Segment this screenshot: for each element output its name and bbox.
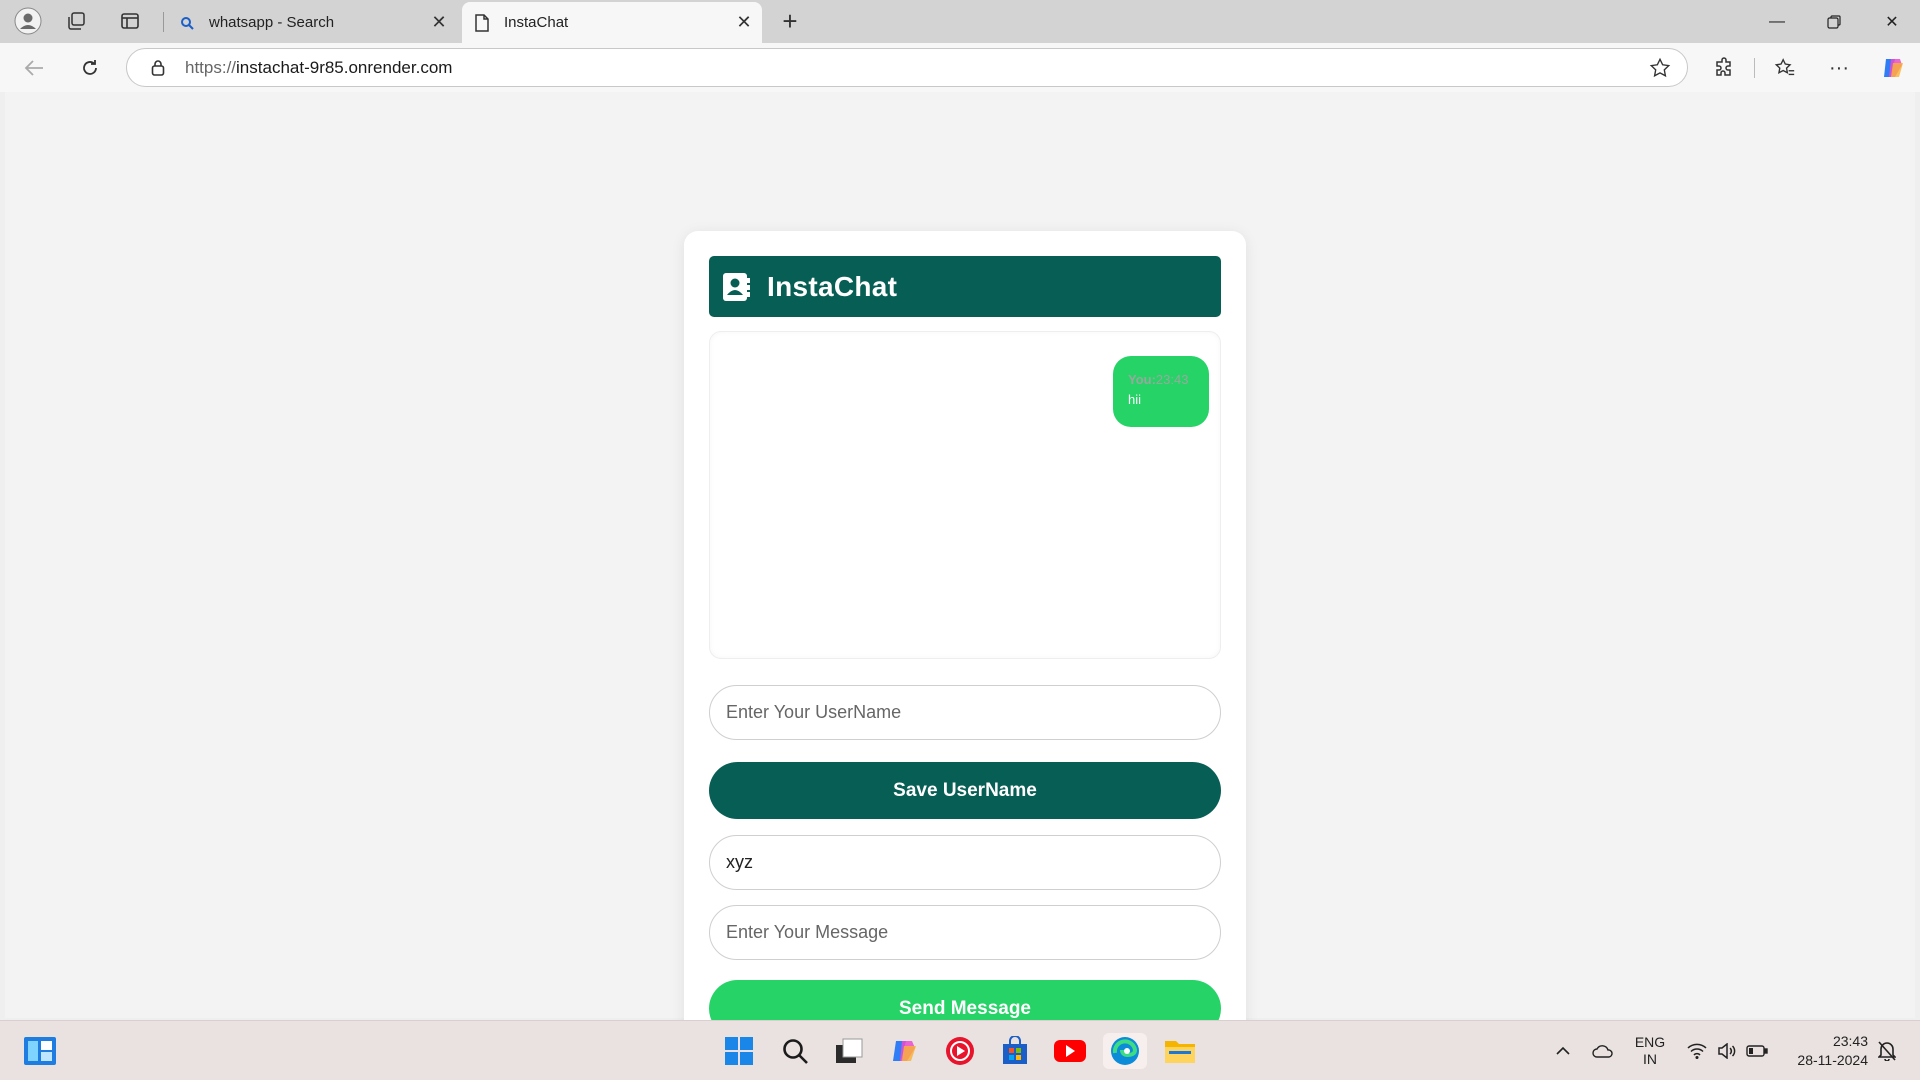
restore-button[interactable]: [1806, 0, 1862, 43]
language-code: ENG: [1634, 1034, 1666, 1050]
url-protocol: https://: [185, 57, 237, 77]
browser-toolbar: https://instachat-9r85.onrender.com ···: [0, 43, 1920, 92]
close-icon[interactable]: ✕: [730, 9, 758, 37]
tab-separator: [163, 12, 164, 32]
system-clock[interactable]: 23:43 28-11-2024: [1780, 1021, 1868, 1080]
message-time: 23:43: [1155, 372, 1189, 387]
widgets-icon[interactable]: [22, 1033, 58, 1069]
minimize-button[interactable]: —: [1749, 0, 1805, 43]
clock-time: 23:43: [1832, 1033, 1868, 1049]
app-title: InstaChat: [767, 270, 898, 302]
save-username-button[interactable]: Save UserName: [709, 762, 1221, 819]
language-indicator[interactable]: ENG IN: [1630, 1021, 1670, 1080]
url-text[interactable]: https://instachat-9r85.onrender.com: [185, 58, 1645, 78]
extensions-icon[interactable]: [1708, 52, 1742, 84]
chat-card: InstaChat You:23:43 hii Save UserName Se…: [684, 231, 1246, 1062]
contact-book-icon: [721, 271, 751, 303]
message-sender: You:: [1128, 372, 1156, 387]
tab-instachat[interactable]: InstaChat ✕: [462, 2, 762, 43]
message-bubble: You:23:43 hii: [1113, 356, 1209, 427]
file-explorer-icon[interactable]: [1162, 1033, 1198, 1069]
message-meta: You:23:43: [1128, 372, 1195, 387]
back-icon[interactable]: [17, 52, 51, 84]
lock-icon[interactable]: [147, 59, 169, 76]
media-player-icon[interactable]: [942, 1033, 978, 1069]
favorites-icon[interactable]: [1768, 52, 1802, 84]
volume-icon[interactable]: [1714, 1021, 1740, 1080]
close-window-button[interactable]: ✕: [1864, 0, 1920, 43]
more-options-icon[interactable]: ···: [1822, 52, 1856, 84]
toolbar-separator: [1754, 58, 1755, 78]
address-bar[interactable]: https://instachat-9r85.onrender.com: [126, 48, 1688, 87]
username-input[interactable]: [709, 685, 1221, 740]
close-icon[interactable]: ✕: [425, 9, 453, 37]
notification-bell-icon[interactable]: [1874, 1021, 1900, 1080]
task-view-icon[interactable]: [831, 1033, 867, 1069]
app-header: InstaChat: [709, 256, 1221, 317]
message-input[interactable]: [709, 905, 1221, 960]
new-tab-button[interactable]: +: [775, 6, 805, 36]
tab-actions-icon[interactable]: [115, 7, 145, 35]
taskbar: ENG IN 23:43 28-11-2024: [0, 1020, 1920, 1080]
store-icon[interactable]: [997, 1033, 1033, 1069]
page-viewport: InstaChat You:23:43 hii Save UserName Se…: [5, 92, 1915, 1062]
search-icon[interactable]: [777, 1033, 813, 1069]
windows-start-icon[interactable]: [721, 1033, 757, 1069]
tab-title: whatsapp - Search: [209, 14, 335, 31]
youtube-icon[interactable]: [1052, 1033, 1088, 1069]
copilot-icon[interactable]: [1876, 52, 1910, 84]
wifi-icon[interactable]: [1684, 1021, 1710, 1080]
page-icon: [472, 13, 492, 32]
battery-icon[interactable]: [1744, 1021, 1770, 1080]
edge-icon[interactable]: [1103, 1033, 1147, 1069]
profile-icon[interactable]: [13, 7, 43, 35]
copilot-taskbar-icon[interactable]: [887, 1033, 923, 1069]
chevron-up-icon[interactable]: [1550, 1021, 1576, 1080]
chat-messages-box[interactable]: You:23:43 hii: [709, 331, 1221, 659]
url-host: instachat-9r85.onrender.com: [236, 57, 453, 77]
browser-tab-bar: whatsapp - Search ✕ InstaChat ✕ + — ✕: [0, 0, 1920, 43]
clock-date: 28-11-2024: [1797, 1052, 1868, 1068]
collections-icon[interactable]: [61, 7, 91, 35]
message-text: hii: [1128, 392, 1142, 407]
tab-whatsapp-search[interactable]: whatsapp - Search ✕: [167, 2, 457, 43]
search-icon: [177, 16, 197, 30]
saved-username-field[interactable]: [709, 835, 1221, 890]
region-code: IN: [1643, 1051, 1657, 1067]
refresh-icon[interactable]: [73, 52, 107, 84]
onedrive-icon[interactable]: [1588, 1021, 1618, 1080]
favorite-star-icon[interactable]: [1645, 57, 1675, 79]
tab-title: InstaChat: [504, 14, 569, 31]
